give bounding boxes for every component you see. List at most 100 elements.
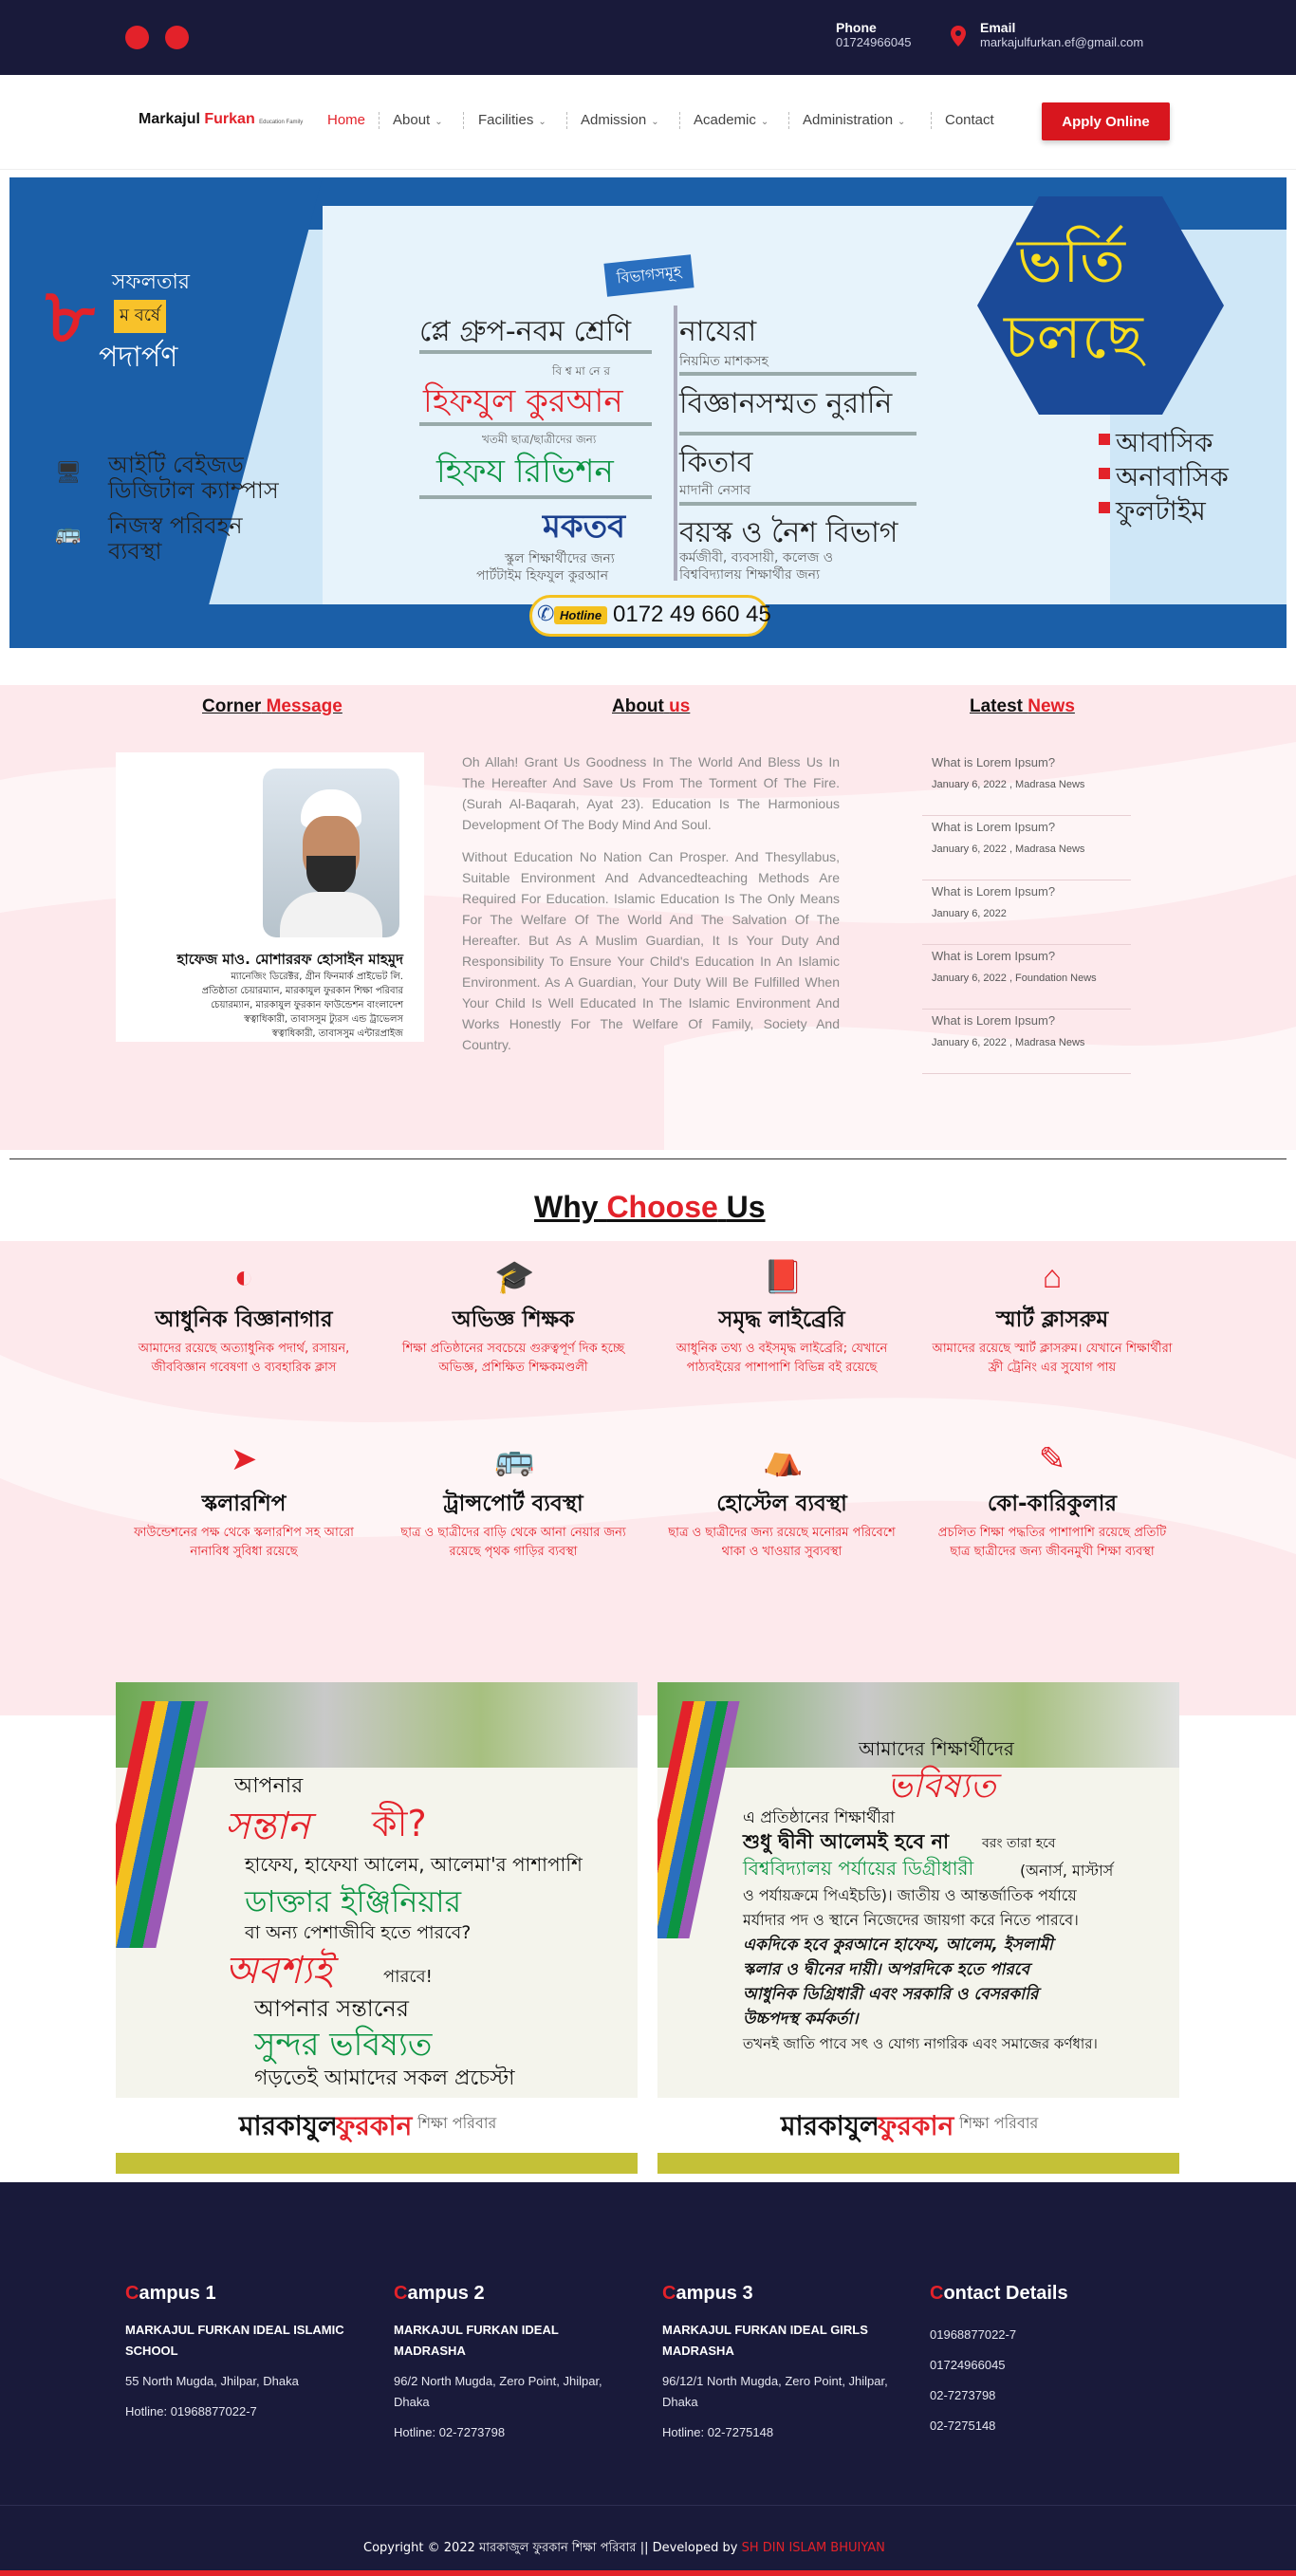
footer-divider bbox=[0, 2505, 1296, 2506]
director-roles: ম্যানেজিং ডিরেক্টর, গ্রীন ফিনমার্ক প্রাই… bbox=[142, 970, 403, 1041]
computer-icon: 🖥 bbox=[55, 460, 82, 484]
news-item[interactable]: What is Lorem Ipsum? January 6, 2022 , F… bbox=[922, 945, 1131, 1010]
campus-name: MARKAJUL FURKAN IDEAL MADRASHA bbox=[394, 2323, 559, 2358]
site-logo[interactable]: Markajul Furkan Education Family bbox=[139, 111, 303, 128]
nav-admission[interactable]: Admission ⌄ bbox=[581, 112, 659, 128]
footer-contact: Contact Details 01968877022-7 0172496604… bbox=[930, 2283, 1167, 2441]
footer-bottom-strip bbox=[0, 2570, 1296, 2576]
nav-home[interactable]: Home bbox=[327, 112, 365, 128]
news-item[interactable]: What is Lorem Ipsum? January 6, 2022 , M… bbox=[922, 816, 1131, 880]
copyright-main: Copyright © 2022 মারকাজুল ফুরকান শিক্ষা … bbox=[363, 2541, 738, 2555]
heading-rest: ontact Details bbox=[943, 2283, 1068, 2304]
phone-block[interactable]: Phone 01724966045 bbox=[836, 20, 912, 49]
chevron-down-icon: ⌄ bbox=[435, 117, 443, 127]
heading-rest: ampus 2 bbox=[407, 2283, 485, 2304]
heading-part: About bbox=[612, 696, 664, 716]
divider bbox=[679, 502, 916, 506]
news-title[interactable]: What is Lorem Ipsum? bbox=[922, 1010, 1131, 1028]
footer-campus-2: Campus 2 MARKAJUL FURKAN IDEAL MADRASHA … bbox=[394, 2283, 631, 2443]
years-text-a: সফলতার bbox=[112, 270, 190, 294]
email-block[interactable]: Email markajulfurkan.ef@gmail.com bbox=[980, 20, 1143, 49]
director-photo bbox=[263, 769, 399, 937]
years-badge: সফলতার ৮ ম বর্ষে পদার্পণ bbox=[46, 258, 235, 400]
role-line: চেয়ারম্যান, মারকাযুল ফুরকান ফাউন্ডেশন ব… bbox=[211, 1000, 403, 1010]
news-item[interactable]: What is Lorem Ipsum? January 6, 2022 , M… bbox=[922, 1010, 1131, 1074]
poster-text: মর্যাদার পদ ও স্থানে নিজেদের জায়গা করে … bbox=[743, 1911, 1079, 1929]
divider bbox=[419, 422, 652, 426]
email-value[interactable]: markajulfurkan.ef@gmail.com bbox=[980, 35, 1143, 49]
graduation-cap-icon: 🎓 bbox=[494, 1259, 535, 1295]
footer-campus-3: Campus 3 MARKAJUL FURKAN IDEAL GIRLS MAD… bbox=[662, 2283, 899, 2443]
shoulders-shape bbox=[280, 892, 382, 937]
adult-sub-text: কর্মজীবী, ব্যবসায়ী, কলেজ ও বিশ্ববিদ্যাল… bbox=[679, 550, 834, 583]
about-paragraph-2: Without Education No Nation Can Prosper.… bbox=[462, 849, 840, 1052]
bullet-icon bbox=[1099, 502, 1110, 513]
contact-phone[interactable]: 01724966045 bbox=[930, 2350, 1167, 2381]
poster-brand-b: ফুরকান bbox=[336, 2110, 413, 2141]
poster-text: স্কলার ও দ্বীনের দায়ী। অপরদিকে হতে পারব… bbox=[743, 1960, 1030, 1979]
social-icon-facebook[interactable] bbox=[125, 26, 149, 49]
feature-desc: ফাউন্ডেশনের পক্ষ থেকে স্কলারশিপ সহ আরো ন… bbox=[134, 1526, 354, 1559]
poster-text: তখনই জাতি পাবে সৎ ও যোগ্য নাগরিক এবং সমা… bbox=[743, 2035, 1098, 2052]
feature-title: কো-কারিকুলার bbox=[987, 1492, 1118, 1516]
co-curricular-icon: ✎ bbox=[1038, 1441, 1066, 1477]
phone-value[interactable]: 01724966045 bbox=[836, 35, 912, 49]
news-title[interactable]: What is Lorem Ipsum? bbox=[922, 880, 1131, 899]
nav-academic[interactable]: Academic ⌄ bbox=[694, 112, 768, 128]
news-title[interactable]: What is Lorem Ipsum? bbox=[922, 751, 1131, 769]
nav-facilities-label: Facilities bbox=[478, 112, 534, 128]
contact-phone[interactable]: 02-7273798 bbox=[930, 2381, 1167, 2411]
hotline-number[interactable]: 0172 49 660 45 bbox=[613, 602, 771, 628]
poster-text: বিশ্ববিদ্যালয় পর্যায়ের ডিগ্রীধারী bbox=[743, 1857, 974, 1880]
nav-administration[interactable]: Administration ⌄ bbox=[803, 112, 905, 128]
poster-future-child: আপনার সন্তান কী? হাফেয, হাফেযা আলেম, আলে… bbox=[116, 1682, 638, 2174]
social-icon-youtube[interactable] bbox=[165, 26, 189, 49]
logo-text-markajul: Markajul bbox=[139, 111, 200, 127]
nav-separator bbox=[679, 112, 680, 129]
why-choose-heading: Why Choose Us bbox=[534, 1190, 766, 1225]
campus-hotline[interactable]: Hotline: 02-7275148 bbox=[662, 2422, 899, 2443]
poster-text: উচ্চপদস্থ কর্মকর্তা। bbox=[743, 2010, 859, 2029]
news-title[interactable]: What is Lorem Ipsum? bbox=[922, 945, 1131, 963]
nav-admission-label: Admission bbox=[581, 112, 647, 128]
feature-desc: শিক্ষা প্রতিষ্ঠানের সবচেয়ে গুরুত্বপূর্ণ… bbox=[401, 1342, 625, 1375]
banner-left-band bbox=[9, 177, 323, 648]
news-item[interactable]: What is Lorem Ipsum? January 6, 2022 bbox=[922, 880, 1131, 945]
poster-text: কী? bbox=[372, 1803, 427, 1844]
logo-text-furkan: Furkan bbox=[204, 111, 255, 127]
kitab-sub-text: মাদানী নেসাব bbox=[679, 483, 751, 498]
campus-hotline[interactable]: Hotline: 01968877022-7 bbox=[125, 2401, 362, 2422]
feature-desc: ছাত্র ও ছাত্রীদের জন্য রয়েছে মনোরম পরিব… bbox=[668, 1526, 896, 1559]
news-title[interactable]: What is Lorem Ipsum? bbox=[922, 816, 1131, 834]
years-number: ৮ bbox=[46, 272, 95, 361]
role-line: প্রতিষ্ঠাতা চেয়ারম্যান, মারকাযুল ফুরকান… bbox=[201, 986, 403, 996]
apply-online-button[interactable]: Apply Online bbox=[1042, 102, 1170, 140]
classroom-icon: ⌂ bbox=[1042, 1259, 1063, 1295]
nav-contact[interactable]: Contact bbox=[945, 112, 994, 128]
poster-text: ও পর্যায়ক্রমে পিএইচডি)। জাতীয় ও আন্তর্… bbox=[743, 1886, 1077, 1904]
it-campus-text: আইটি বেইজড ডিজিটাল ক্যাম্পাস bbox=[108, 452, 279, 504]
role-line: স্বত্বাধিকারী, তাবাসসুম এন্টারপ্রাইজ bbox=[271, 1029, 403, 1039]
contact-phone[interactable]: 02-7275148 bbox=[930, 2411, 1167, 2441]
footer-heading: Campus 2 bbox=[394, 2283, 631, 2305]
nav-separator bbox=[931, 112, 932, 129]
bullet-icon bbox=[1099, 434, 1110, 445]
poster-brand-c: শিক্ষা পরিবার bbox=[959, 2114, 1039, 2132]
campus-hotline[interactable]: Hotline: 02-7273798 bbox=[394, 2422, 631, 2443]
bus-icon: 🚌 bbox=[55, 521, 82, 545]
copyright-text: Copyright © 2022 মারকাজুল ফুরকান শিক্ষা … bbox=[363, 2539, 885, 2559]
nurani-text: বিজ্ঞানসম্মত নুরানি bbox=[679, 387, 893, 420]
nazera-sub-text: নিয়মিত মাশকসহ bbox=[679, 354, 768, 369]
nav-separator bbox=[788, 112, 789, 129]
news-item[interactable]: What is Lorem Ipsum? January 6, 2022 , M… bbox=[922, 751, 1131, 816]
poster-text: ভবিষ্যত bbox=[887, 1767, 996, 1806]
poster-text: গড়তেই আমাদের সকল প্রচেস্টা bbox=[254, 2066, 515, 2090]
heading-initial: C bbox=[125, 2283, 139, 2304]
developer-link[interactable]: SH DIN ISLAM BHUIYAN bbox=[742, 2541, 885, 2555]
contact-phone[interactable]: 01968877022-7 bbox=[930, 2320, 1167, 2350]
poster-footer-strip bbox=[116, 2153, 638, 2174]
nav-facilities[interactable]: Facilities ⌄ bbox=[478, 112, 546, 128]
feature-desc: আমাদের রয়েছে অত্যাধুনিক পদার্থ, রসায়ন,… bbox=[138, 1342, 350, 1375]
nav-about[interactable]: About ⌄ bbox=[393, 112, 443, 128]
scholarship-icon: ➤ bbox=[230, 1441, 258, 1477]
